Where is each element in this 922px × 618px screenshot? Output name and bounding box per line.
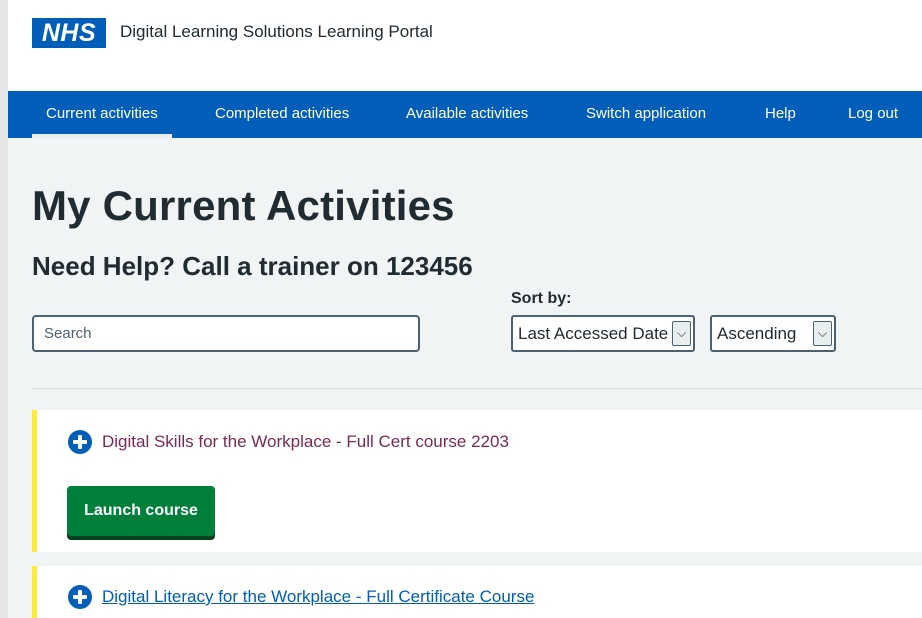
course-card: Digital Skills for the Workplace - Full … xyxy=(32,410,922,552)
nav-help[interactable]: Help xyxy=(765,91,796,138)
sort-label: Sort by: xyxy=(511,290,572,307)
launch-course-button[interactable]: Launch course xyxy=(67,486,215,536)
sort-order-select[interactable]: Ascending ⌵ xyxy=(710,315,836,352)
nav-switch-application[interactable]: Switch application xyxy=(586,91,706,138)
page: NHS Digital Learning Solutions Learning … xyxy=(8,0,922,618)
chevron-down-icon: ⌵ xyxy=(672,321,691,346)
help-heading: Need Help? Call a trainer on 123456 xyxy=(32,251,473,281)
divider xyxy=(32,388,922,389)
nav-current-activities[interactable]: Current activities xyxy=(32,91,172,138)
main-navigation: Current activities Completed activities … xyxy=(8,91,922,138)
course-title-link[interactable]: Digital Literacy for the Workplace - Ful… xyxy=(102,587,534,607)
screenshot-edge xyxy=(0,0,8,618)
sort-order-value: Ascending xyxy=(717,324,797,343)
course-card: Digital Literacy for the Workplace - Ful… xyxy=(32,566,922,618)
page-title: My Current Activities xyxy=(32,182,455,229)
plus-circle-icon[interactable] xyxy=(68,430,92,454)
nav-log-out[interactable]: Log out xyxy=(848,91,898,138)
sort-field-value: Last Accessed Date xyxy=(518,324,669,343)
plus-circle-icon[interactable] xyxy=(68,585,92,609)
nav-available-activities[interactable]: Available activities xyxy=(406,91,528,138)
sort-field-select[interactable]: Last Accessed Date ⌵ xyxy=(511,315,695,352)
nav-completed-activities[interactable]: Completed activities xyxy=(215,91,349,138)
nhs-logo[interactable]: NHS xyxy=(32,18,106,48)
search-input[interactable] xyxy=(32,315,420,352)
course-title[interactable]: Digital Skills for the Workplace - Full … xyxy=(102,432,509,452)
chevron-down-icon: ⌵ xyxy=(813,321,832,346)
site-header: NHS Digital Learning Solutions Learning … xyxy=(8,0,922,91)
service-name[interactable]: Digital Learning Solutions Learning Port… xyxy=(120,22,433,42)
